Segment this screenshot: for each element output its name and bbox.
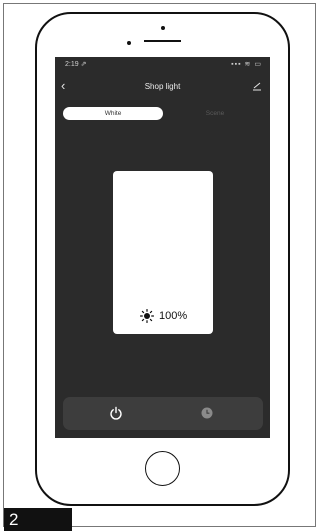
page-title: Shop light — [144, 82, 181, 91]
step-number-badge: 2 — [4, 508, 72, 531]
brightness-panel[interactable]: 100% — [113, 171, 213, 334]
tab-scene[interactable]: Scene — [180, 107, 250, 120]
brightness-value: 100% — [159, 310, 188, 322]
sun-icon — [140, 309, 154, 323]
status-time: 2:19 ⇗ — [65, 61, 87, 68]
sensor-dot — [127, 41, 131, 45]
camera-dot — [161, 26, 165, 30]
tab-white[interactable]: White — [63, 107, 163, 120]
power-icon[interactable] — [109, 406, 123, 420]
app-screen: 2:19 ⇗ ▪▪▪ ≋ ▭ ‹ Shop light White Scene … — [55, 57, 270, 438]
earpiece-speaker — [144, 40, 181, 42]
bottom-control-bar — [63, 397, 263, 430]
clock-icon[interactable] — [201, 407, 213, 419]
status-icons: ▪▪▪ ≋ ▭ — [231, 61, 262, 68]
pencil-icon[interactable] — [252, 81, 262, 91]
home-button[interactable] — [145, 451, 180, 486]
